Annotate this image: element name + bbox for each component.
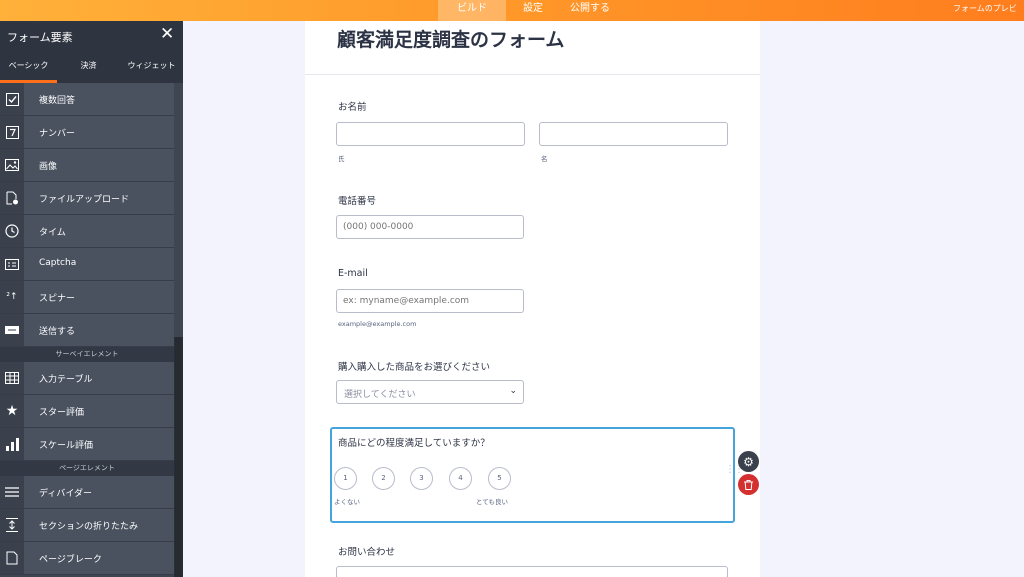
sidebar-item-star-rating[interactable]: ★ スター評価 — [0, 395, 174, 428]
file-upload-icon — [0, 182, 24, 214]
sidebar-item-label: 画像 — [39, 162, 58, 172]
sidebar-item-label: Captcha — [39, 258, 77, 268]
panel-scrollbar[interactable] — [174, 337, 183, 577]
field-settings-button[interactable]: ⚙ — [738, 451, 759, 472]
title-divider — [305, 74, 760, 75]
sidebar-item-input-table[interactable]: 入力テーブル — [0, 362, 174, 395]
sidebar-item-time[interactable]: タイム — [0, 215, 174, 248]
scale-option-4[interactable]: 4 — [449, 467, 472, 490]
form-canvas: 顧客満足度調査のフォーム お名前 氏 名 電話番号 E-mail example… — [305, 21, 760, 577]
tab-publish[interactable]: 公開する — [560, 0, 610, 21]
tab-widget[interactable]: ウィジェット — [120, 52, 183, 83]
sidebar-item-collapse-section[interactable]: セクションの折りたたみ — [0, 509, 174, 542]
sidebar-item-label: 送信する — [39, 327, 76, 337]
tab-payment[interactable]: 決済 — [57, 52, 120, 83]
number-icon — [0, 116, 24, 148]
divider-icon — [0, 476, 24, 508]
scale-option-1[interactable]: 1 — [334, 467, 357, 490]
sidebar-item-label: スピナー — [39, 294, 76, 304]
sidebar-item-label: セクションの折りたたみ — [39, 522, 139, 532]
element-list: 複数回答 ナンバー 画像 ファイルアップロード タイム Captcha ²↑ ス… — [0, 83, 174, 575]
tab-settings[interactable]: 設定 — [506, 0, 560, 21]
form-preview-link[interactable]: フォームのプレビ — [953, 0, 1017, 17]
panel-tabs: ベーシック 決済 ウィジェット — [0, 52, 183, 83]
last-name-input[interactable] — [539, 122, 728, 146]
first-name-input[interactable] — [336, 122, 525, 146]
email-label: E-mail — [338, 268, 368, 279]
sidebar-item-label: スター評価 — [39, 408, 85, 418]
builder-tabs: ビルド 設定 公開する — [438, 0, 610, 21]
inquiry-input[interactable] — [336, 566, 728, 577]
sidebar-item-multiple-choice[interactable]: 複数回答 — [0, 83, 174, 116]
product-label: 購入購入した商品をお選びください — [338, 362, 491, 373]
name-label: お名前 — [338, 102, 367, 113]
delete-field-button[interactable] — [738, 474, 759, 495]
sidebar-item-label: ページブレーク — [39, 555, 102, 565]
phone-label: 電話番号 — [338, 196, 377, 207]
sidebar-item-label: スケール評価 — [39, 441, 94, 451]
sidebar-item-label: 複数回答 — [39, 96, 76, 106]
last-name-sublabel: 名 — [541, 155, 548, 163]
sidebar-item-label: タイム — [39, 228, 66, 238]
collapse-icon — [0, 509, 24, 541]
email-input[interactable] — [336, 289, 524, 313]
sidebar-item-spinner[interactable]: ²↑ スピナー — [0, 281, 174, 314]
sidebar-item-page-break[interactable]: ページブレーク — [0, 542, 174, 575]
scale-option-2[interactable]: 2 — [372, 467, 395, 490]
bar-chart-icon — [0, 428, 24, 460]
tab-build[interactable]: ビルド — [438, 0, 506, 21]
top-bar: ビルド 設定 公開する フォームのプレビ — [0, 0, 1024, 21]
tab-basic[interactable]: ベーシック — [0, 52, 57, 83]
sidebar-item-submit[interactable]: 送信する — [0, 314, 174, 347]
clock-icon — [0, 215, 24, 247]
chevron-down-icon: ⌄ — [509, 386, 517, 396]
inquiry-label: お問い合わせ — [338, 547, 396, 558]
sidebar-item-label: 入力テーブル — [39, 375, 93, 385]
sidebar-item-image[interactable]: 画像 — [0, 149, 174, 182]
email-sublabel: example@example.com — [338, 320, 417, 328]
form-title[interactable]: 顧客満足度調査のフォーム — [337, 25, 564, 52]
section-survey-elements: サーベイエレメント — [0, 347, 174, 362]
first-name-sublabel: 氏 — [338, 155, 345, 163]
section-page-elements: ページエレメント — [0, 461, 174, 476]
scale-option-3[interactable]: 3 — [410, 467, 433, 490]
satisfaction-label: 商品にどの程度満足していますか？ — [338, 438, 490, 449]
sidebar-item-captcha[interactable]: Captcha — [0, 248, 174, 281]
sidebar-item-label: ディバイダー — [39, 489, 93, 499]
scale-low-label: よくない — [334, 498, 360, 506]
product-select[interactable]: 選択してください ⌄ — [336, 380, 524, 404]
gear-icon: ⚙ — [743, 454, 754, 469]
captcha-icon — [0, 248, 24, 280]
checkbox-icon — [0, 83, 24, 115]
star-icon: ★ — [0, 395, 24, 427]
phone-input[interactable] — [336, 215, 524, 239]
sidebar-item-label: ファイルアップロード — [39, 195, 130, 205]
panel-header: フォーム要素 ✕ — [0, 21, 183, 52]
trash-icon — [744, 475, 753, 494]
page-break-icon — [0, 542, 24, 574]
sidebar-item-scale-rating[interactable]: スケール評価 — [0, 428, 174, 461]
sidebar-item-file-upload[interactable]: ファイルアップロード — [0, 182, 174, 215]
close-icon[interactable]: ✕ — [160, 24, 174, 44]
image-icon — [0, 149, 24, 181]
sidebar-item-divider[interactable]: ディバイダー — [0, 476, 174, 509]
scale-high-label: とても良い — [476, 498, 508, 506]
panel-title: フォーム要素 — [7, 31, 73, 44]
sidebar-item-label: ナンバー — [39, 129, 76, 139]
product-select-value: 選択してください — [344, 390, 416, 400]
sidebar-item-number[interactable]: ナンバー — [0, 116, 174, 149]
scale-option-5[interactable]: 5 — [488, 467, 511, 490]
submit-icon — [0, 314, 24, 346]
spinner-icon: ²↑ — [0, 281, 24, 313]
form-elements-panel: フォーム要素 ✕ ベーシック 決済 ウィジェット 複数回答 ナンバー 画像 ファ… — [0, 21, 183, 577]
scrollbar-thumb[interactable] — [175, 337, 182, 577]
table-icon — [0, 362, 24, 394]
